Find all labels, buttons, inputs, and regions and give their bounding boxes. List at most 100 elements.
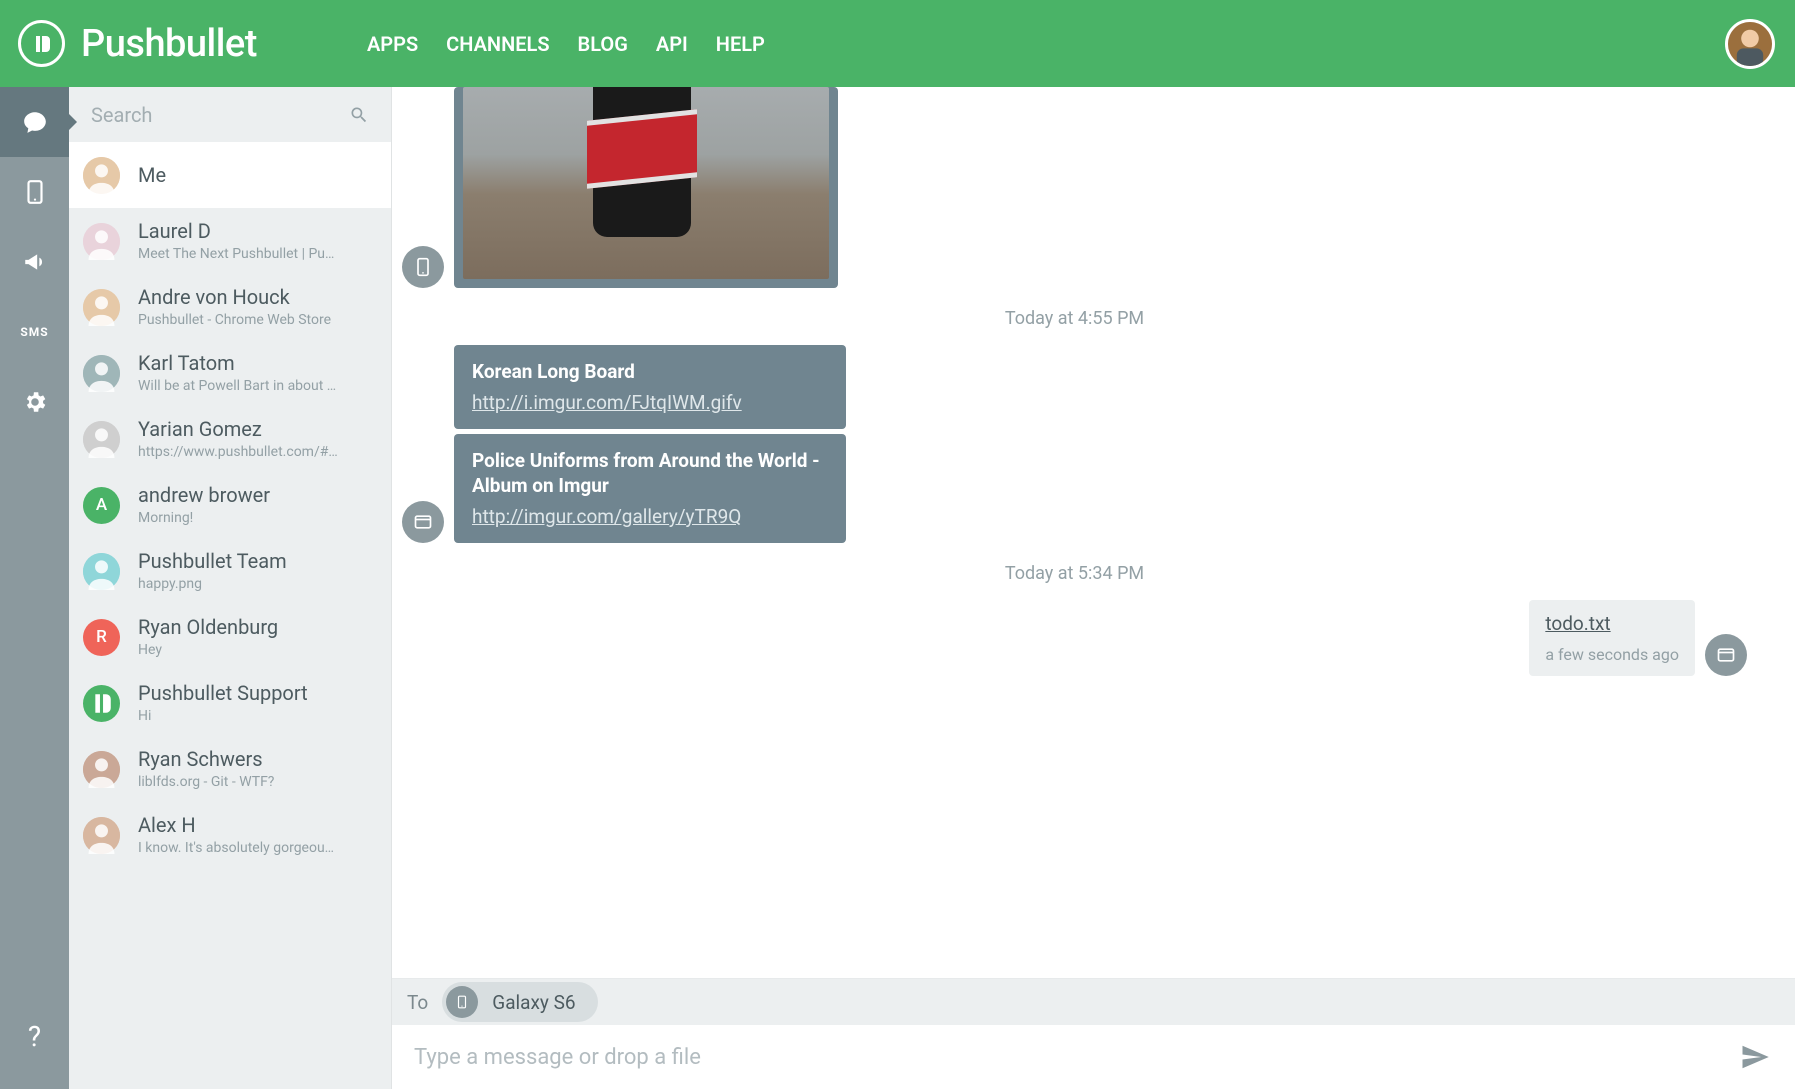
app-rail: SMS ? (0, 87, 69, 1089)
sms-label: SMS (20, 325, 48, 339)
conversation-preview: https://www.pushbullet.com/#… (138, 444, 338, 460)
rail-sms[interactable]: SMS (0, 297, 69, 367)
timestamp: Today at 5:34 PM (402, 563, 1747, 584)
conversation-item[interactable]: Andre von Houck Pushbullet - Chrome Web S… (69, 274, 391, 340)
composer: To Galaxy S6 (392, 978, 1795, 1089)
conversation-item[interactable]: Pushbullet Teamhappy.png (69, 538, 391, 604)
conversation-text: Laurel D Meet The Next Pushbullet | Pu… (138, 220, 334, 262)
conversation-sidebar: Me Laurel D Meet The Next Pushbullet | Pu…… (69, 87, 392, 1089)
avatar (83, 553, 120, 590)
conversation-preview: happy.png (138, 576, 287, 592)
conversation-list: Me Laurel D Meet The Next Pushbullet | Pu…… (69, 142, 391, 1089)
conversation-item[interactable]: Pushbullet Support Hi (69, 670, 391, 736)
conversation-preview: I know. It's absolutely gorgeou… (138, 840, 334, 856)
conversation-text: Yarian Gomezhttps://www.pushbullet.com/#… (138, 418, 338, 460)
pushbullet-logo-icon (18, 20, 65, 67)
avatar (83, 157, 120, 194)
conversation-item[interactable]: Laurel D Meet The Next Pushbullet | Pu… (69, 208, 391, 274)
conversation-name: Ryan Schwers (138, 748, 274, 770)
rail-channels[interactable] (0, 227, 69, 297)
avatar (83, 817, 120, 854)
conversation-preview: Pushbullet - Chrome Web Store (138, 312, 331, 328)
conversation-preview: Meet The Next Pushbullet | Pu… (138, 246, 334, 262)
account-avatar[interactable] (1725, 19, 1775, 69)
avatar (83, 751, 120, 788)
link-title: Korean Long Board (472, 359, 828, 385)
recipient-chip[interactable]: Galaxy S6 (442, 982, 597, 1022)
megaphone-icon (22, 249, 48, 275)
conversation-text: Ryan Schwers liblfds.org - Git - WTF? (138, 748, 274, 790)
conversation-text: andrew browerMorning! (138, 484, 270, 526)
top-nav: APPS CHANNELS BLOG API HELP (367, 32, 765, 56)
browser-icon (1716, 645, 1736, 665)
phone-icon (413, 257, 433, 277)
nav-apps[interactable]: APPS (367, 32, 418, 56)
message-image (402, 87, 1747, 288)
nav-blog[interactable]: BLOG (578, 32, 628, 56)
conversation-name: Ryan Oldenburg (138, 616, 278, 638)
message-input[interactable] (414, 1045, 1721, 1070)
link-title: Police Uniforms from Around the World - … (472, 448, 828, 499)
source-badge-browser (402, 501, 444, 543)
file-name[interactable]: todo.txt (1545, 612, 1679, 635)
message-outgoing: todo.txt a few seconds ago (402, 600, 1747, 676)
conversation-item[interactable]: RRyan OldenburgHey (69, 604, 391, 670)
rail-settings[interactable] (0, 367, 69, 437)
chat-bubble-icon (22, 109, 48, 135)
link-url[interactable]: http://i.imgur.com/FJtqIWM.gifv (472, 391, 828, 414)
avatar (83, 685, 120, 722)
rail-devices[interactable] (0, 157, 69, 227)
conversation-name: Laurel D (138, 220, 334, 242)
file-bubble[interactable]: todo.txt a few seconds ago (1529, 600, 1695, 676)
avatar: A (83, 487, 120, 524)
conversation-name: Me (138, 164, 166, 186)
conversation-name: andrew brower (138, 484, 270, 506)
message-scroll[interactable]: Today at 4:55 PM Korean Long Board http:… (392, 87, 1795, 978)
conversation-preview: Hi (138, 708, 308, 724)
link-bubble[interactable]: Police Uniforms from Around the World - … (454, 434, 846, 543)
timestamp: Today at 4:55 PM (402, 308, 1747, 329)
conversation-item[interactable]: Ryan Schwers liblfds.org - Git - WTF? (69, 736, 391, 802)
search-bar (69, 87, 391, 142)
conversation-text: Andre von Houck Pushbullet - Chrome Web S… (138, 286, 331, 328)
conversation-item[interactable]: Aandrew browerMorning! (69, 472, 391, 538)
source-badge-phone (402, 246, 444, 288)
avatar (83, 421, 120, 458)
conversation-item[interactable]: Alex H I know. It's absolutely gorgeou… (69, 802, 391, 868)
conversation-preview: Will be at Powell Bart in about … (138, 378, 336, 394)
conversation-text: Pushbullet Support Hi (138, 682, 308, 724)
conversation-preview: Hey (138, 642, 278, 658)
gear-icon (22, 389, 48, 415)
conversation-item[interactable]: Me (69, 142, 391, 208)
image-bubble[interactable] (454, 87, 838, 288)
nav-help[interactable]: HELP (716, 32, 765, 56)
rail-help[interactable]: ? (0, 1001, 69, 1071)
conversation-name: Andre von Houck (138, 286, 331, 308)
file-meta: a few seconds ago (1545, 645, 1679, 664)
nav-channels[interactable]: CHANNELS (446, 32, 549, 56)
link-url[interactable]: http://imgur.com/gallery/yTR9Q (472, 505, 828, 528)
conversation-item[interactable]: Yarian Gomezhttps://www.pushbullet.com/#… (69, 406, 391, 472)
message-links: Korean Long Board http://i.imgur.com/FJt… (402, 345, 1747, 543)
phone-icon (446, 986, 478, 1018)
avatar (83, 223, 120, 260)
conversation-name: Pushbullet Support (138, 682, 308, 704)
search-icon[interactable] (349, 105, 369, 125)
nav-api[interactable]: API (656, 32, 688, 56)
conversation-text: Pushbullet Teamhappy.png (138, 550, 287, 592)
send-icon (1740, 1042, 1770, 1072)
conversation-preview: liblfds.org - Git - WTF? (138, 774, 274, 790)
source-badge-browser (1705, 634, 1747, 676)
image-preview (463, 87, 829, 279)
top-bar: Pushbullet APPS CHANNELS BLOG API HELP (0, 0, 1795, 87)
rail-messages[interactable] (0, 87, 69, 157)
send-button[interactable] (1737, 1039, 1773, 1075)
compose-row (392, 1025, 1795, 1089)
conversation-name: Karl Tatom (138, 352, 336, 374)
search-input[interactable] (91, 103, 349, 127)
conversation-text: Alex H I know. It's absolutely gorgeou… (138, 814, 334, 856)
link-bubble[interactable]: Korean Long Board http://i.imgur.com/FJt… (454, 345, 846, 429)
avatar (83, 289, 120, 326)
conversation-item[interactable]: Karl Tatom Will be at Powell Bart in abou… (69, 340, 391, 406)
conversation-name: Alex H (138, 814, 334, 836)
